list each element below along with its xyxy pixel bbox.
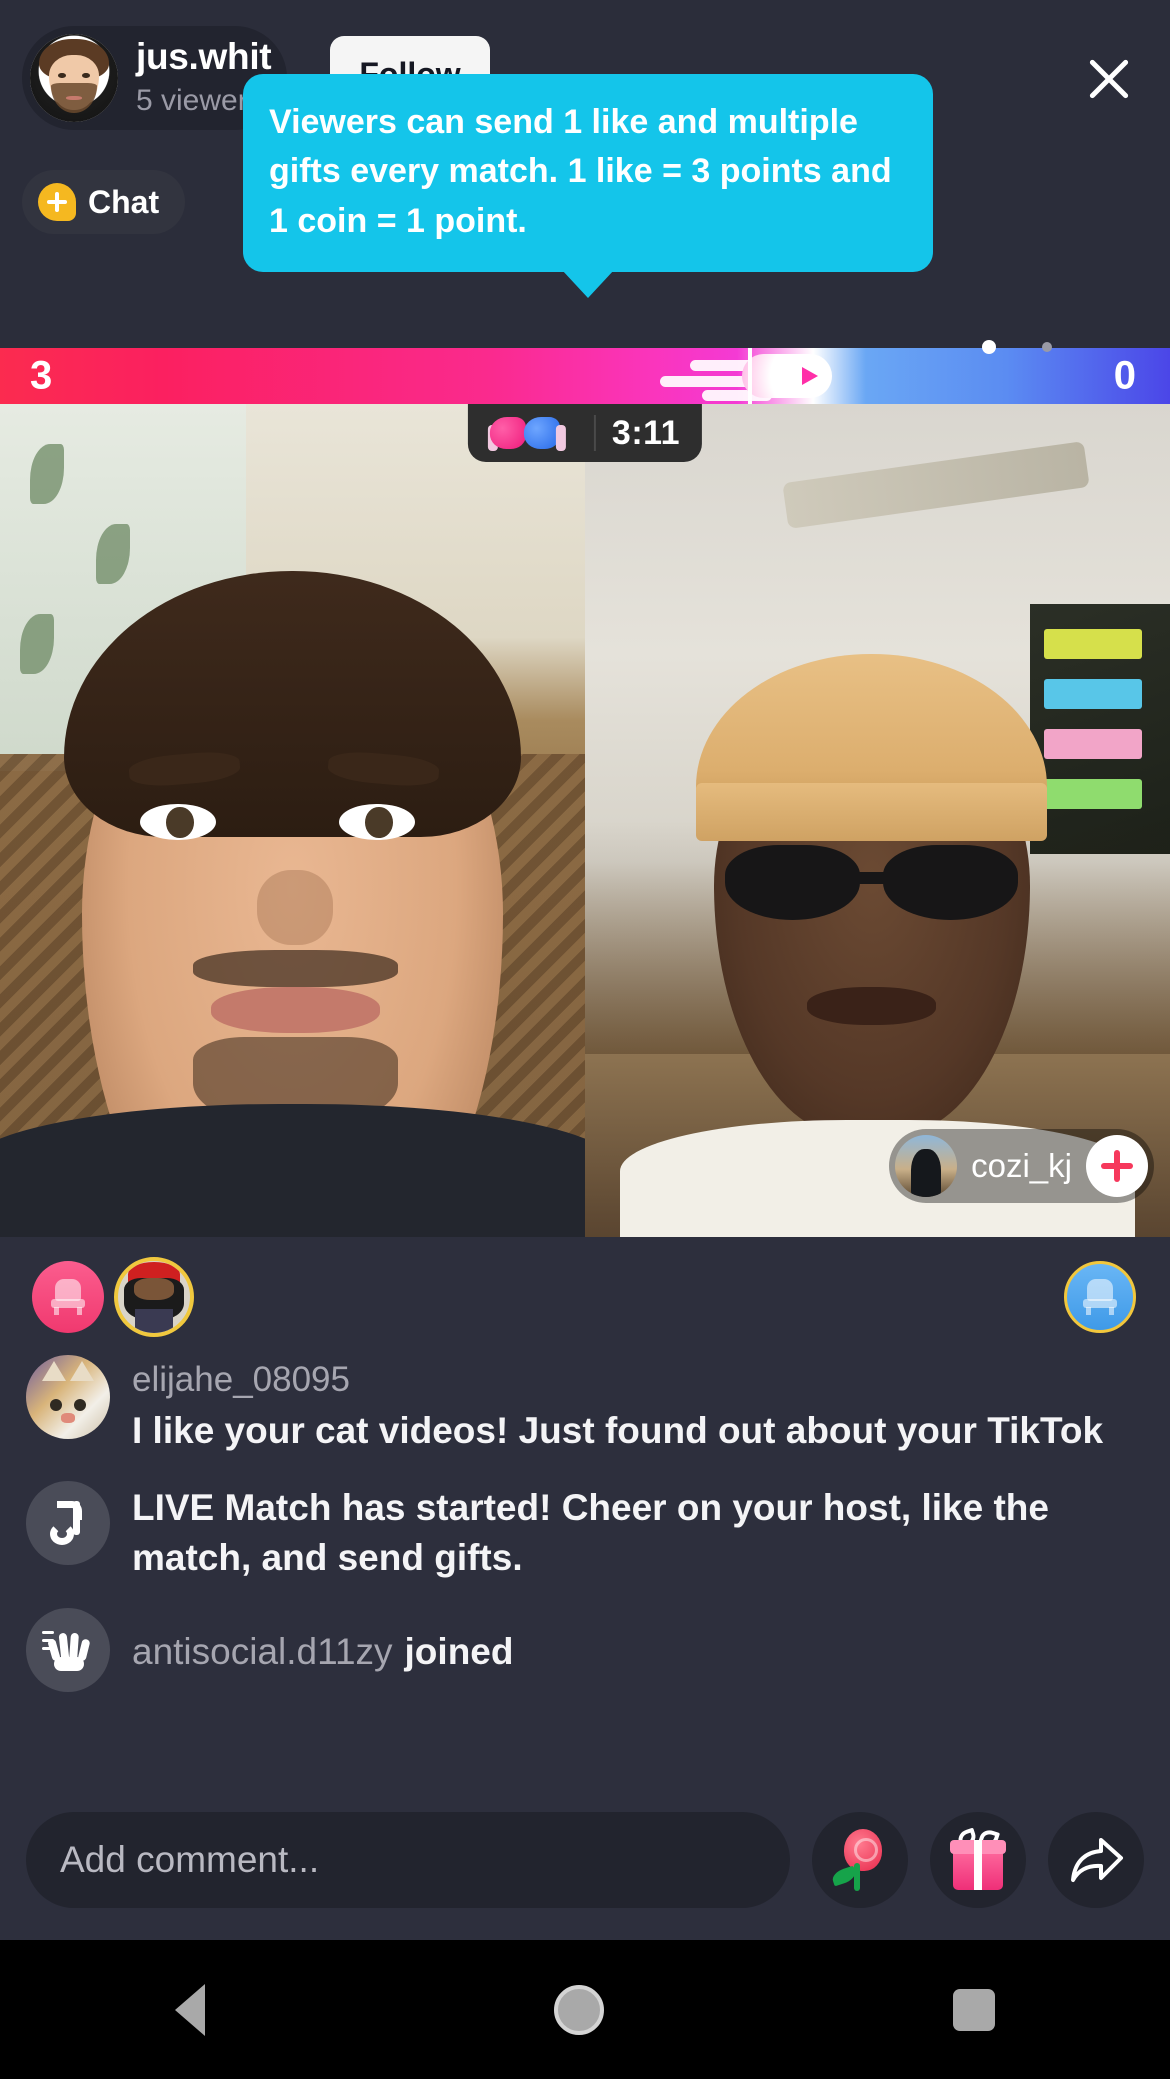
comment-composer: Add comment... xyxy=(0,1780,1170,1940)
share-arrow-icon xyxy=(1071,1838,1123,1882)
timer-divider xyxy=(593,415,596,451)
top-gifter-blue-throne[interactable] xyxy=(1064,1261,1136,1333)
chat-system-item: LIVE Match has started! Cheer on your ho… xyxy=(26,1481,1144,1582)
top-gifter-avatar[interactable] xyxy=(114,1257,194,1337)
chat-comment-body: elijahe_08095 I like your cat videos! Ju… xyxy=(132,1355,1144,1455)
guest-score: 0 xyxy=(1113,353,1136,398)
progress-dot-active xyxy=(982,340,996,354)
chat-message-list[interactable]: elijahe_08095 I like your cat videos! Ju… xyxy=(0,1355,1170,1790)
guest-avatar[interactable] xyxy=(895,1135,958,1197)
top-gifter-row xyxy=(0,1237,1170,1355)
waving-hand-icon xyxy=(26,1608,110,1693)
chat-join-body: antisocial.d11zy joined xyxy=(132,1608,1144,1677)
chat-chip-button[interactable]: Chat xyxy=(22,170,186,234)
score-divider xyxy=(748,348,752,404)
tooltip-arrow-icon xyxy=(562,269,614,298)
join-username[interactable]: antisocial.d11zy xyxy=(132,1628,393,1677)
guest-username: cozi_kj xyxy=(971,1147,1072,1184)
tiktok-live-screen: Follow jus.whit 5 viewers Chat Viewers xyxy=(0,0,1170,2079)
gift-box-icon xyxy=(950,1827,1006,1890)
throne-icon xyxy=(1083,1279,1117,1315)
close-icon[interactable] xyxy=(1078,48,1140,110)
chat-username[interactable]: elijahe_08095 xyxy=(132,1357,1144,1403)
host-score: 3 xyxy=(30,353,53,398)
back-icon[interactable] xyxy=(174,1983,205,2036)
host-avatar[interactable] xyxy=(30,34,118,122)
android-navigation-bar xyxy=(0,1940,1170,2079)
gift-button[interactable] xyxy=(930,1812,1026,1908)
host-username: jus.whit xyxy=(136,36,272,78)
chat-plus-bubble-icon xyxy=(38,183,76,221)
join-action-text: joined xyxy=(404,1631,514,1673)
plus-icon[interactable] xyxy=(1086,1135,1148,1197)
guest-video-pane[interactable]: cozi_kj xyxy=(585,404,1170,1237)
chat-system-body: LIVE Match has started! Cheer on your ho… xyxy=(132,1481,1144,1582)
chat-comment-item[interactable]: elijahe_08095 I like your cat videos! Ju… xyxy=(26,1355,1144,1455)
guest-username-chip[interactable]: cozi_kj xyxy=(889,1129,1154,1203)
chat-join-item: antisocial.d11zy joined xyxy=(26,1608,1144,1693)
match-timer-badge: 3:11 xyxy=(467,404,703,462)
boxing-gloves-icon xyxy=(487,413,566,453)
cat-avatar[interactable] xyxy=(26,1355,110,1439)
share-button[interactable] xyxy=(1048,1812,1144,1908)
system-message-text: LIVE Match has started! Cheer on your ho… xyxy=(132,1487,1049,1578)
rose-icon xyxy=(830,1829,888,1891)
comment-placeholder: Add comment... xyxy=(60,1839,320,1880)
gift-points-tooltip[interactable]: Viewers can send 1 like and multiple gif… xyxy=(243,74,933,298)
tiktok-logo-icon xyxy=(26,1481,110,1566)
chat-chip-label: Chat xyxy=(88,183,160,220)
video-stage: cozi_kj xyxy=(0,404,1170,1237)
recents-icon[interactable] xyxy=(953,1988,996,2031)
match-timer: 3:11 xyxy=(611,413,681,452)
throne-icon xyxy=(51,1279,85,1315)
top-gifter-pink-throne[interactable] xyxy=(32,1261,104,1333)
rose-gift-button[interactable] xyxy=(812,1812,908,1908)
match-score-bar: 3 0 xyxy=(0,348,1170,404)
chat-message-text: I like your cat videos! Just found out a… xyxy=(132,1409,1104,1451)
comment-input[interactable]: Add comment... xyxy=(26,1812,790,1908)
host-video-pane[interactable] xyxy=(0,404,585,1237)
home-icon[interactable] xyxy=(553,1984,604,2035)
progress-dot-inactive xyxy=(1042,342,1052,352)
tooltip-text: Viewers can send 1 like and multiple gif… xyxy=(269,103,892,240)
score-marker-icon xyxy=(742,354,832,398)
